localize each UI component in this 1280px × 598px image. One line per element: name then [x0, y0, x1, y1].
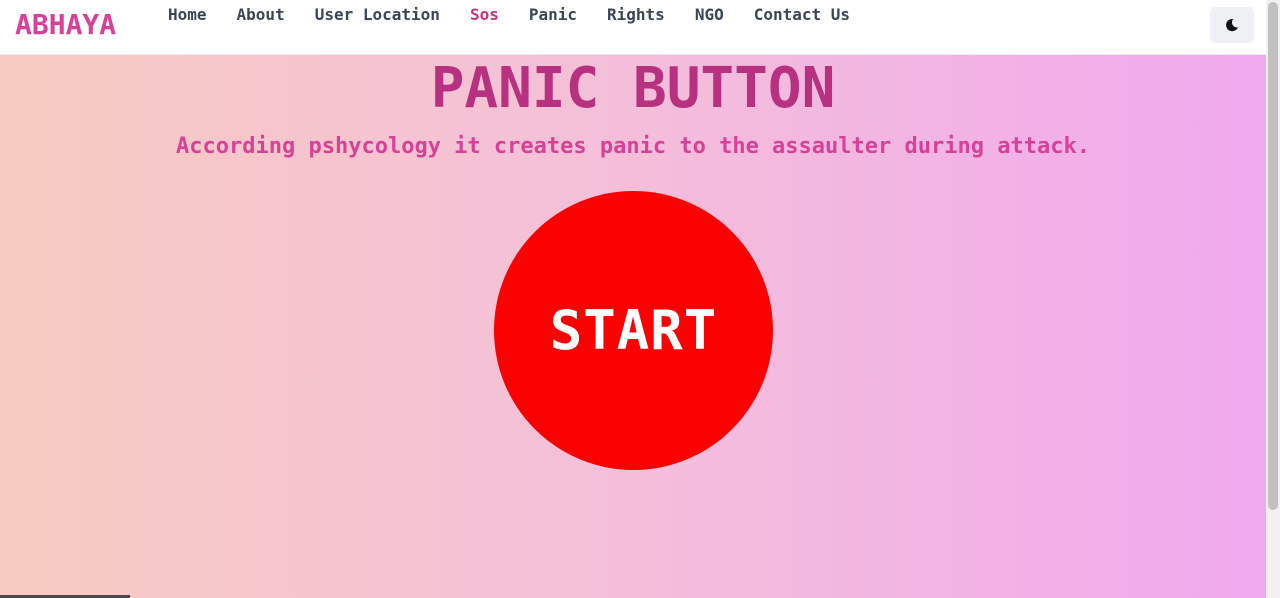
start-button-label: START — [549, 299, 718, 362]
page-title: PANIC BUTTON — [430, 56, 836, 121]
hero-section: PANIC BUTTON According pshycology it cre… — [0, 55, 1266, 598]
nav-link-about[interactable]: About — [237, 5, 285, 24]
nav-link-ngo[interactable]: NGO — [695, 5, 724, 24]
nav-link-sos[interactable]: Sos — [470, 5, 499, 24]
nav-link-contact-us[interactable]: Contact Us — [754, 5, 850, 24]
nav-link-panic[interactable]: Panic — [529, 5, 577, 24]
nav-links: Home About User Location Sos Panic Right… — [168, 5, 880, 24]
brand-logo[interactable]: ABHAYA — [15, 8, 116, 41]
theme-toggle-button[interactable] — [1210, 7, 1254, 43]
page-scrollbar[interactable] — [1266, 0, 1280, 598]
nav-link-home[interactable]: Home — [168, 5, 207, 24]
page-subtitle: According pshycology it creates panic to… — [176, 134, 1090, 159]
scrollbar-thumb[interactable] — [1268, 2, 1278, 510]
nav-link-rights[interactable]: Rights — [607, 5, 665, 24]
moon-icon — [1226, 18, 1238, 32]
nav-link-user-location[interactable]: User Location — [315, 5, 440, 24]
navbar: ABHAYA Home About User Location Sos Pani… — [0, 0, 1266, 55]
start-panic-button[interactable]: START — [494, 191, 773, 470]
